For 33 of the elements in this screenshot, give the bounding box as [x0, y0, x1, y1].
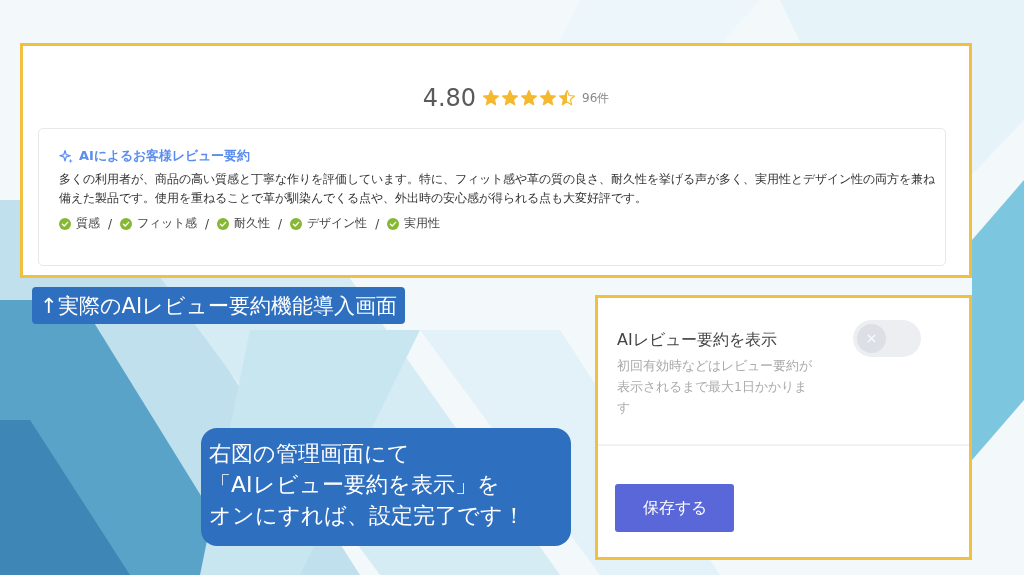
summary-text: 多くの利用者が、商品の高い質感と丁寧な作りを評価しています。特に、フィット感や革の質の良さ、耐久性を挙げる声が多く、実用性とデザイン性の両方を兼ね備えた製品です。使用を重ねることで革が馴染んでくる点や、外出時の安心感が得られる点も大変好評です。 — [59, 171, 936, 207]
review-count: 96件 — [582, 89, 610, 107]
tag-label: 質感 — [76, 215, 100, 232]
star-icon — [501, 89, 520, 107]
star-icon — [558, 89, 577, 107]
callout-line: 右図の管理画面にて — [209, 440, 410, 468]
tag-label: 実用性 — [404, 215, 441, 232]
check-icon — [59, 217, 71, 230]
caption-label: ↑実際のAIレビュー要約機能導入画面 — [32, 287, 406, 324]
tag-separator: / — [278, 216, 283, 231]
tag-label: フィット感 — [137, 215, 198, 232]
check-icon — [120, 217, 133, 230]
setting-description: 初回有効時などはレビュー要約が表示されるまで最大1日かかります — [617, 357, 813, 417]
rating-value: 4.80 — [422, 84, 477, 112]
tag-label: 耐久性 — [234, 215, 271, 232]
tag-label: デザイン性 — [307, 215, 368, 232]
check-icon — [217, 217, 230, 230]
sparkle-icon — [59, 148, 74, 164]
tag-separator: / — [108, 216, 113, 231]
tag-separator: / — [205, 216, 210, 231]
star-icon — [539, 89, 558, 107]
check-icon — [387, 217, 400, 230]
save-button[interactable]: 保存する — [615, 484, 734, 532]
callout-line: オンにすれば、設定完了です！ — [209, 502, 525, 530]
summary-title: AIによるお客様レビュー要約 — [79, 147, 250, 165]
star-icon — [482, 89, 501, 107]
callout-line: 「AIレビュー要約を表示」を — [209, 471, 500, 499]
setting-label: AIレビュー要約を表示 — [617, 330, 778, 351]
check-icon — [290, 217, 303, 230]
tag-separator: / — [375, 216, 380, 231]
close-icon — [867, 334, 876, 343]
star-icon — [520, 89, 539, 107]
toggle-switch[interactable] — [853, 320, 921, 357]
